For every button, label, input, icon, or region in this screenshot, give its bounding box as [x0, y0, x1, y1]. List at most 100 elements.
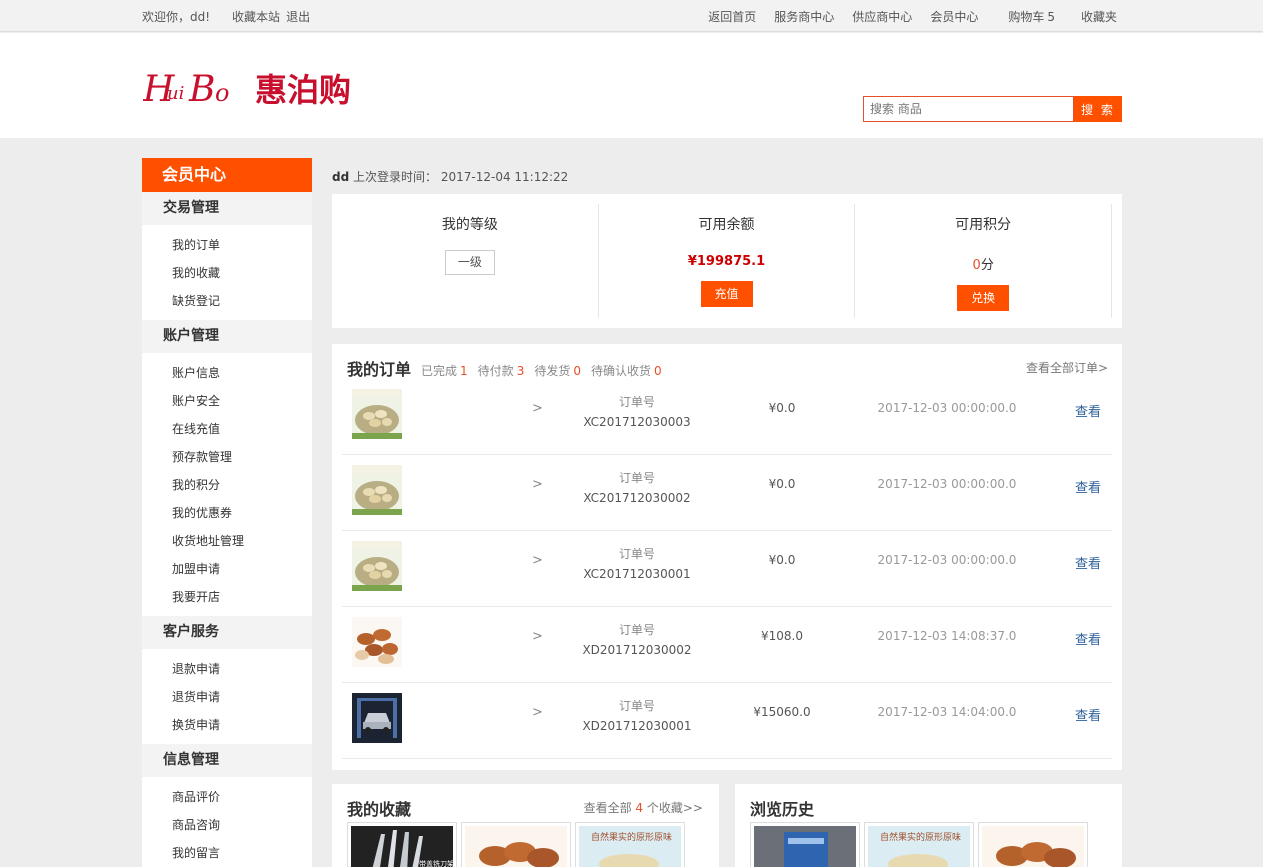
favorites-link[interactable]: 收藏夹 [1081, 8, 1117, 25]
sidebar-item-open-store[interactable]: 我要开店 [142, 583, 312, 611]
history-item[interactable] [978, 822, 1088, 867]
order-number: 订单号 XC201712030003 [572, 392, 702, 432]
pistachio-banner-thumb: 自然果实的原形原味 [868, 826, 970, 867]
order-number-label: 订单号 [618, 395, 655, 409]
order-row: > 订单号 XD201712030001 ¥15060.0 2017-12-03… [342, 683, 1112, 759]
view-all-orders-link[interactable]: 查看全部订单> [1026, 359, 1108, 376]
sidebar-group-trade: 交易管理 我的订单 我的收藏 缺货登记 [142, 192, 312, 320]
level-badge: 一级 [444, 250, 495, 275]
last-login-time: 2017-12-04 11:12:22 [440, 170, 569, 184]
history-item[interactable] [750, 822, 860, 867]
history-panel: 浏览历史 自然果实的原形原味 [735, 784, 1122, 867]
more-suffix: 个收藏>> [646, 801, 703, 815]
sidebar-item-online-recharge[interactable]: 在线充值 [142, 415, 312, 443]
car-lift-thumb[interactable] [352, 693, 402, 743]
sidebar-item-refund[interactable]: 退款申请 [142, 655, 312, 683]
pistachio-banner-thumb: 自然果实的原形原味 [579, 826, 681, 867]
sidebar-item-account-security[interactable]: 账户安全 [142, 387, 312, 415]
favorite-item[interactable] [461, 822, 571, 867]
supplier-center-link[interactable]: 供应商中心 [852, 8, 912, 25]
filter-pending-receipt[interactable]: 待确认收货 0 [591, 362, 662, 379]
order-amount: ¥108.0 [761, 629, 803, 643]
points-value: 0 [972, 258, 981, 273]
sidebar-item-return[interactable]: 退货申请 [142, 683, 312, 711]
pistachio-thumb[interactable] [352, 465, 402, 515]
sidebar-group-header: 账户管理 [142, 320, 312, 353]
sidebar-item-franchise[interactable]: 加盟申请 [142, 555, 312, 583]
favorite-item[interactable]: 带盖铣刀架 [347, 822, 457, 867]
account-stats: 我的等级 一级 可用余额 ¥199875.1 充值 可用积分 0分 兑换 [332, 194, 1122, 328]
svg-text:ui: ui [167, 83, 184, 104]
exchange-button[interactable]: 兑换 [957, 285, 1010, 311]
sidebar-item-reviews[interactable]: 商品评价 [142, 783, 312, 811]
service-center-link[interactable]: 服务商中心 [774, 8, 834, 25]
machine-thumb [754, 826, 856, 867]
favorite-item[interactable]: 自然果实的原形原味 [575, 822, 685, 867]
sidebar-item-points[interactable]: 我的积分 [142, 471, 312, 499]
view-order-link[interactable]: 查看 [1075, 477, 1101, 496]
order-date: 2017-12-03 14:08:37.0 [877, 629, 1017, 643]
logo-text: 惠泊购 [255, 71, 351, 109]
stat-balance: 可用余额 ¥199875.1 充值 [599, 204, 856, 318]
order-number-label: 订单号 [618, 699, 655, 713]
sidebar-item-my-orders[interactable]: 我的订单 [142, 231, 312, 259]
site-logo[interactable]: H ui B o 惠泊购 [143, 63, 363, 111]
filter-count: 1 [460, 364, 468, 378]
sidebar-item-addresses[interactable]: 收货地址管理 [142, 527, 312, 555]
sidebar-item-exchange[interactable]: 换货申请 [142, 711, 312, 739]
header: H ui B o 惠泊购 搜 索 [0, 33, 1263, 138]
filter-count: 3 [516, 364, 525, 378]
home-link[interactable]: 返回首页 [708, 8, 756, 25]
favorites-title: 我的收藏 [347, 800, 412, 819]
pistachio-thumb[interactable] [352, 541, 402, 591]
order-date: 2017-12-03 00:00:00.0 [877, 401, 1017, 415]
sidebar-group-header: 信息管理 [142, 744, 312, 777]
search-button[interactable]: 搜 索 [1074, 96, 1122, 122]
sidebar-item-messages[interactable]: 我的留言 [142, 839, 312, 867]
filter-count: 0 [573, 364, 581, 378]
order-number-label: 订单号 [618, 471, 655, 485]
sidebar-group-header: 客户服务 [142, 616, 312, 649]
filter-pending-shipment[interactable]: 待发货 0 [534, 362, 581, 379]
view-all-favorites-link[interactable]: 查看全部 4 个收藏>> [584, 799, 703, 816]
logout-link[interactable]: 退出 [286, 8, 310, 25]
filter-label: 待付款 [477, 364, 514, 378]
row-arrow: > [532, 629, 543, 644]
view-order-link[interactable]: 查看 [1075, 401, 1101, 420]
sidebar-item-coupons[interactable]: 我的优惠券 [142, 499, 312, 527]
filter-completed[interactable]: 已完成 1 [421, 362, 468, 379]
sidebar: 会员中心 交易管理 我的订单 我的收藏 缺货登记 账户管理 账户信息 账户安全 … [142, 158, 312, 867]
sidebar-item-my-favorites[interactable]: 我的收藏 [142, 259, 312, 287]
sidebar-item-account-info[interactable]: 账户信息 [142, 359, 312, 387]
cart-count-badge: 5 [1047, 9, 1055, 24]
stat-points: 可用积分 0分 兑换 [855, 204, 1113, 318]
view-order-link[interactable]: 查看 [1075, 705, 1101, 724]
sidebar-item-out-of-stock[interactable]: 缺货登记 [142, 287, 312, 315]
almond-thumb[interactable] [352, 617, 402, 667]
level-label: 我的等级 [441, 217, 498, 233]
member-center-link[interactable]: 会员中心 [930, 8, 978, 25]
sidebar-group-service: 客户服务 退款申请 退货申请 换货申请 [142, 616, 312, 744]
order-number-value: XC201712030003 [583, 415, 691, 429]
history-item[interactable]: 自然果实的原形原味 [864, 822, 974, 867]
view-order-link[interactable]: 查看 [1075, 553, 1101, 572]
favorites-list: 带盖铣刀架 自然果实的原形原味 [347, 822, 689, 867]
bookmark-link[interactable]: 收藏本站 [232, 8, 280, 25]
order-date: 2017-12-03 14:04:00.0 [877, 705, 1017, 719]
view-order-link[interactable]: 查看 [1075, 629, 1101, 648]
order-date: 2017-12-03 00:00:00.0 [877, 553, 1017, 567]
filter-pending-payment[interactable]: 待付款 3 [478, 362, 525, 379]
order-number: 订单号 XC201712030001 [572, 544, 702, 584]
search-input[interactable] [863, 96, 1074, 122]
cart-link[interactable]: 购物车 5 [1008, 8, 1055, 25]
order-number-value: XC201712030002 [583, 491, 691, 505]
sidebar-item-deposit[interactable]: 预存款管理 [142, 443, 312, 471]
order-row: > 订单号 XC201712030002 ¥0.0 2017-12-03 00:… [342, 455, 1112, 531]
recharge-button[interactable]: 充值 [700, 281, 753, 307]
order-row: > 订单号 XD201712030002 ¥108.0 2017-12-03 1… [342, 607, 1112, 683]
almond-thumb [465, 826, 567, 867]
cart-label: 购物车 [1008, 9, 1045, 24]
order-row: > 订单号 XC201712030003 ¥0.0 2017-12-03 00:… [342, 379, 1112, 455]
sidebar-item-inquiries[interactable]: 商品咨询 [142, 811, 312, 839]
pistachio-thumb[interactable] [352, 389, 402, 439]
